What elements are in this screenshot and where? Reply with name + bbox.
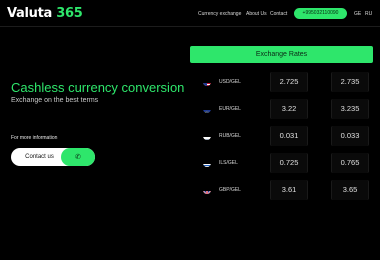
nav-contact[interactable]: Contact	[270, 11, 287, 17]
rate-row-ils: ILS/GEL 0.725 0.765	[190, 151, 373, 175]
sell-rate: 0.033	[340, 131, 360, 140]
exchange-rates-title: Exchange Rates	[190, 46, 373, 63]
rate-row-rub: RUB/GEL 0.031 0.033	[190, 124, 373, 148]
rate-row-usd: USD/GEL 2.725 2.735	[190, 70, 373, 94]
nav-currency-exchange[interactable]: Currency exchange	[198, 11, 241, 17]
phone-icon[interactable]: ✆	[61, 148, 95, 166]
buy-rate-box: 0.031	[270, 126, 308, 146]
currency-pair: EUR/GEL	[219, 106, 241, 112]
gb-flag-icon	[203, 186, 211, 194]
buy-rate-box: 3.22	[270, 99, 308, 119]
currency-pair: USD/GEL	[219, 79, 241, 85]
sell-rate-box: 3.235	[331, 99, 369, 119]
exchange-rates-panel: Exchange Rates USD/GEL 2.725 2.735 EUR/G…	[190, 46, 373, 260]
rate-row-eur: EUR/GEL 3.22 3.235	[190, 97, 373, 121]
currency-pair: RUB/GEL	[219, 133, 241, 139]
lang-ru[interactable]: RU	[365, 11, 372, 17]
phone-button[interactable]: +995032110090	[294, 8, 347, 19]
hero-title: Cashless currency conversion	[11, 80, 185, 95]
eu-flag-icon	[203, 105, 211, 113]
sell-rate: 2.735	[340, 77, 360, 86]
sell-rate: 3.235	[340, 104, 360, 113]
ru-flag-icon	[203, 132, 211, 140]
buy-rate: 2.725	[279, 77, 299, 86]
buy-rate-box: 3.61	[270, 180, 308, 200]
buy-rate-box: 2.725	[270, 72, 308, 92]
nav-about-us[interactable]: About Us	[246, 11, 267, 17]
il-flag-icon	[203, 159, 211, 167]
sell-rate-box: 0.033	[331, 126, 369, 146]
header: Valuta 365 Currency exchange About Us Co…	[0, 0, 380, 27]
sell-rate-box: 2.735	[331, 72, 369, 92]
lang-ge[interactable]: GE	[354, 11, 361, 17]
currency-pair: GBP/GEL	[219, 187, 241, 193]
more-info-text: For more information	[11, 135, 58, 141]
buy-rate: 3.61	[281, 185, 297, 194]
sell-rate-box: 3.65	[331, 180, 369, 200]
buy-rate: 3.22	[281, 104, 297, 113]
hero-subtitle: Exchange on the best terms	[11, 97, 99, 104]
buy-rate: 0.031	[279, 131, 299, 140]
contact-us-button[interactable]: Contact us ✆	[11, 148, 95, 166]
buy-rate-box: 0.725	[270, 153, 308, 173]
logo-word: Valuta	[7, 6, 57, 21]
contact-us-label: Contact us	[25, 154, 54, 160]
buy-rate: 0.725	[279, 158, 299, 167]
page: Valuta 365 Currency exchange About Us Co…	[0, 0, 380, 260]
logo-number: 365	[56, 6, 83, 21]
currency-pair: ILS/GEL	[219, 160, 238, 166]
sell-rate: 0.765	[340, 158, 360, 167]
logo[interactable]: Valuta 365	[7, 6, 83, 21]
us-flag-icon	[203, 78, 211, 86]
rate-row-gbp: GBP/GEL 3.61 3.65	[190, 178, 373, 202]
sell-rate-box: 0.765	[331, 153, 369, 173]
sell-rate: 3.65	[342, 185, 358, 194]
